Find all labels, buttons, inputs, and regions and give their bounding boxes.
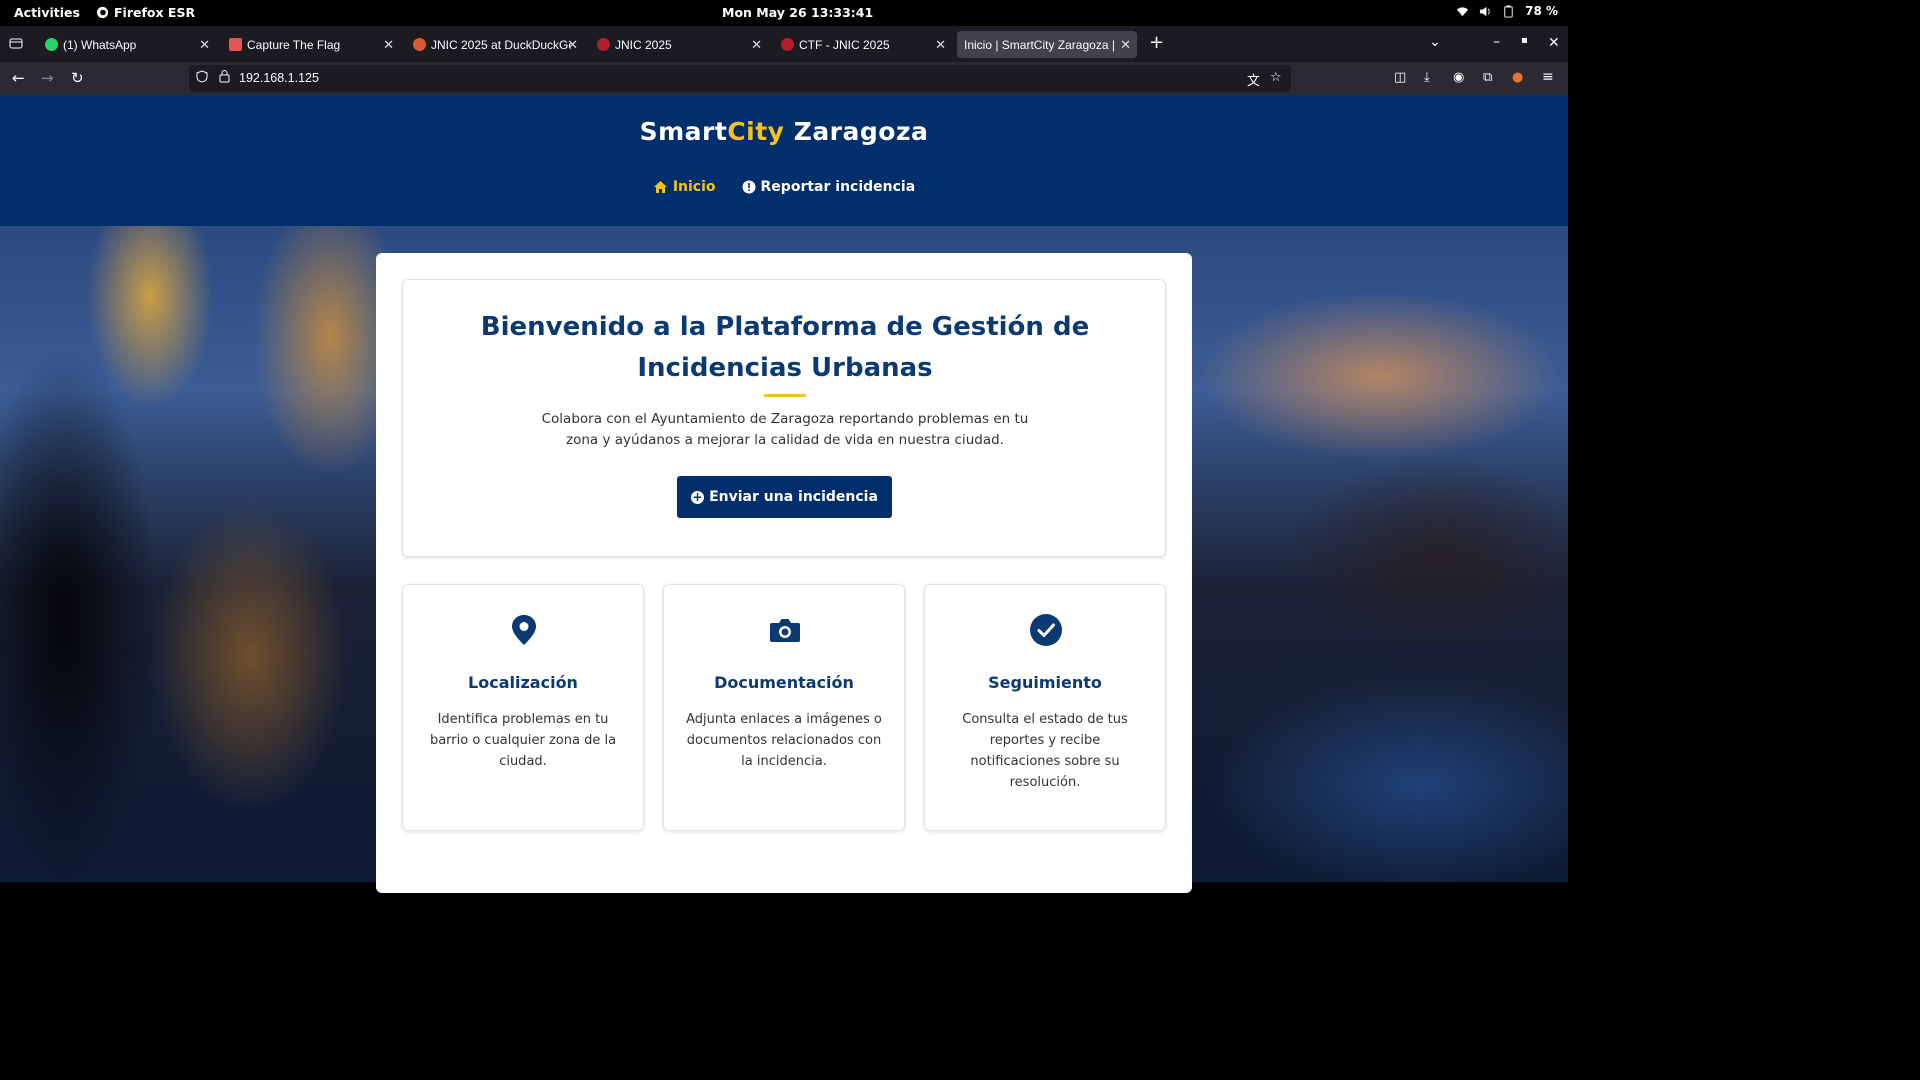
account-icon[interactable]: ◉ [1453, 70, 1464, 85]
map-marker-icon [512, 615, 536, 645]
close-tab-icon[interactable]: ✕ [751, 37, 762, 53]
submit-incident-button[interactable]: + Enviar una incidencia [677, 476, 892, 518]
close-tab-icon[interactable]: ✕ [935, 37, 946, 53]
check-circle-icon [1030, 614, 1062, 646]
feature-card-documentacion: Documentación Adjunta enlaces a imágenes… [663, 584, 905, 831]
bookmark-star-icon[interactable]: ☆ [1270, 70, 1282, 85]
back-icon[interactable]: ← [12, 69, 25, 87]
site-header: SmartCity Zaragoza Inicio Reportar incid… [0, 95, 1568, 226]
flag-icon [229, 38, 242, 51]
url-bar[interactable]: 192.168.1.125 文 ☆ [189, 65, 1291, 92]
feature-title: Localización [468, 673, 578, 692]
tab-title: JNIC 2025 [615, 37, 672, 52]
firefox-icon [96, 6, 109, 19]
brand-smart: Smart [639, 117, 728, 146]
close-tab-icon[interactable]: ✕ [1120, 37, 1131, 53]
pocket-icon[interactable]: ◫ [1394, 70, 1406, 85]
tab-ctf-jnic[interactable]: CTF - JNIC 2025 ✕ [774, 31, 952, 58]
feature-card-localizacion: Localización Identifica problemas en tu … [402, 584, 644, 831]
tab-overview-icon[interactable] [9, 36, 23, 54]
close-window-icon[interactable]: ✕ [1548, 35, 1560, 51]
tab-title: Capture The Flag [247, 37, 341, 52]
wifi-icon [1457, 6, 1469, 16]
close-tab-icon[interactable]: ✕ [199, 37, 210, 53]
home-icon [653, 181, 667, 193]
tab-whatsapp[interactable]: (1) WhatsApp ✕ [38, 31, 216, 58]
duckduckgo-icon [413, 38, 426, 51]
nav-reportar-incidencia[interactable]: Reportar incidencia [742, 179, 916, 195]
tab-title: JNIC 2025 at DuckDuckGo [431, 37, 571, 52]
clock[interactable]: Mon May 26 13:33:41 [722, 5, 873, 20]
welcome-card: Bienvenido a la Plataforma de Gestión de… [402, 279, 1166, 557]
translate-icon[interactable]: 文 [1247, 70, 1260, 89]
download-icon[interactable]: ⤓ [1424, 70, 1430, 85]
nav-reportar-label: Reportar incidencia [760, 179, 916, 195]
nav-inicio[interactable]: Inicio [653, 179, 716, 195]
tab-capture-the-flag[interactable]: Capture The Flag ✕ [222, 31, 400, 58]
jnic-icon [597, 38, 610, 51]
feature-title: Seguimiento [988, 673, 1102, 692]
tab-duckduckgo[interactable]: JNIC 2025 at DuckDuckGo ✕ [406, 31, 584, 58]
menu-icon[interactable]: ≡ [1542, 69, 1554, 85]
shield-icon[interactable] [196, 70, 208, 87]
lock-icon[interactable] [219, 70, 230, 87]
battery-percent: 78 % [1525, 4, 1558, 18]
site-nav: Inicio Reportar incidencia [0, 179, 1568, 195]
tab-title: Inicio | SmartCity Zaragoza | S [964, 37, 1114, 52]
feature-description: Identifica problemas en tu barrio o cual… [429, 712, 617, 769]
close-tab-icon[interactable]: ✕ [383, 37, 394, 53]
tab-smartcity[interactable]: Inicio | SmartCity Zaragoza | S ✕ [957, 31, 1137, 58]
brand-city: City [727, 117, 785, 146]
list-all-tabs-icon[interactable]: ⌄ [1429, 34, 1441, 50]
new-tab-icon[interactable]: + [1149, 32, 1164, 53]
plus-circle-icon: + [691, 489, 705, 504]
tab-strip: (1) WhatsApp ✕ Capture The Flag ✕ JNIC 2… [0, 26, 1568, 62]
battery-icon [1504, 4, 1513, 18]
brand-zaragoza: Zaragoza [784, 117, 929, 146]
welcome-description: Colabora con el Ayuntamiento de Zaragoza… [541, 411, 1029, 448]
tab-title: CTF - JNIC 2025 [799, 37, 890, 52]
maximize-icon[interactable]: ▪ [1521, 35, 1528, 46]
close-tab-icon[interactable]: ✕ [567, 37, 578, 53]
nav-inicio-label: Inicio [672, 179, 716, 195]
site-logo[interactable]: SmartCity Zaragoza [0, 117, 1568, 146]
feature-description: Consulta el estado de tus reportes y rec… [962, 712, 1128, 790]
camera-icon [770, 619, 800, 642]
app-menu[interactable]: Firefox ESR [96, 5, 195, 20]
page-title: Bienvenido a la Plataforma de Gestión de… [480, 312, 1090, 383]
url-text[interactable]: 192.168.1.125 [239, 71, 319, 85]
jnic-icon [781, 38, 794, 51]
whatsapp-icon [45, 38, 58, 51]
activities-button[interactable]: Activities [14, 5, 80, 20]
feature-title: Documentación [714, 673, 854, 692]
app-name: Firefox ESR [114, 5, 196, 20]
extensions-icon[interactable]: ⧉ [1483, 70, 1492, 85]
navigation-toolbar: ← → ↻ 192.168.1.125 文 ☆ ◫ ⤓ ◉ ⧉ ● ≡ [0, 62, 1568, 95]
title-underline [764, 394, 806, 397]
submit-incident-label: Enviar una incidencia [709, 489, 878, 505]
main-content-panel: Bienvenido a la Plataforma de Gestión de… [376, 253, 1192, 893]
forward-icon[interactable]: → [41, 69, 54, 87]
volume-icon [1480, 6, 1490, 16]
exclamation-circle-icon [742, 180, 756, 194]
tab-jnic-2025[interactable]: JNIC 2025 ✕ [590, 31, 768, 58]
system-tray[interactable]: 78 % [1456, 4, 1558, 18]
reload-icon[interactable]: ↻ [71, 69, 84, 87]
minimize-icon[interactable]: – [1493, 34, 1500, 50]
feature-card-seguimiento: Seguimiento Consulta el estado de tus re… [924, 584, 1166, 831]
foxyproxy-icon[interactable]: ● [1512, 70, 1523, 85]
feature-description: Adjunta enlaces a imágenes o documentos … [686, 712, 882, 769]
system-top-bar: Activities Firefox ESR Mon May 26 13:33:… [0, 0, 1568, 26]
tab-title: (1) WhatsApp [63, 37, 137, 52]
